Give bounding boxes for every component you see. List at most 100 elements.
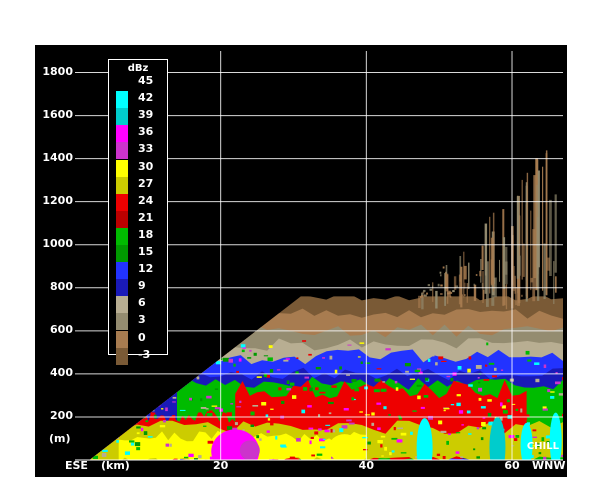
- colorbar-label: 12: [138, 262, 154, 276]
- echo-speckle: [268, 345, 273, 348]
- echo-speckle: [316, 453, 323, 456]
- colorbar-swatch: [116, 279, 128, 297]
- echo-speckle: [446, 375, 451, 378]
- echo-speckle: [145, 420, 149, 423]
- echo-speckle: [123, 419, 130, 421]
- echo-speckle: [458, 410, 464, 414]
- echo-core: [239, 440, 260, 460]
- echo-speckle: [164, 354, 168, 359]
- echo-speckle: [184, 456, 189, 459]
- y-tick-label: 1400: [42, 150, 73, 164]
- x-axis-left-end-label: ESE: [65, 459, 88, 472]
- echo-speckle: [164, 370, 171, 372]
- echo-speckle: [450, 404, 455, 406]
- x-axis-right-end-label: WNW: [532, 459, 566, 472]
- echo-speckle: [228, 358, 233, 363]
- echo-speckle: [477, 377, 480, 379]
- echo-speckle: [468, 433, 472, 435]
- echo-streak: [468, 262, 470, 289]
- echo-speckle: [364, 414, 370, 416]
- source-label: CHILL: [526, 441, 559, 452]
- echo-speckle: [363, 449, 368, 451]
- echo-speckle: [165, 443, 170, 447]
- echo-speckle: [189, 397, 192, 401]
- echo-speckle: [506, 399, 510, 403]
- echo-speckle: [341, 425, 348, 429]
- echo-speckle: [461, 424, 464, 426]
- echo-streak: [490, 259, 494, 284]
- echo-speckle: [448, 433, 451, 435]
- echo-speckle: [225, 345, 229, 348]
- y-tick-label: 400: [50, 365, 73, 379]
- echo-speckle: [542, 408, 548, 411]
- echo-speckle: [256, 376, 262, 378]
- echo-speckle: [263, 355, 269, 357]
- echo-speckle: [443, 408, 450, 410]
- echo-speckle: [280, 446, 287, 448]
- echo-speckle: [380, 388, 387, 392]
- echo-speckle: [281, 400, 285, 404]
- echo-speckle: [478, 381, 481, 384]
- colorbar-swatch: [116, 347, 128, 365]
- echo-streak: [440, 274, 442, 277]
- echo-speckle: [376, 368, 382, 370]
- echo-speckle: [239, 400, 242, 403]
- colorbar-label: 24: [138, 193, 154, 207]
- echo-speckle: [129, 387, 133, 390]
- echo-speckle: [308, 353, 312, 356]
- echo-speckle: [318, 428, 322, 431]
- echo-speckle: [267, 357, 273, 362]
- echo-speckle: [487, 399, 492, 402]
- echo-speckle: [296, 357, 299, 359]
- echo-speckle: [270, 422, 274, 426]
- echo-streak: [542, 166, 544, 291]
- echo-speckle: [405, 370, 409, 373]
- echo-streak: [432, 282, 434, 302]
- echo-speckle: [485, 364, 488, 367]
- echo-speckle: [172, 401, 176, 403]
- echo-speckle: [178, 384, 183, 386]
- y-tick-label: 800: [50, 279, 73, 293]
- echo-streak: [426, 292, 428, 295]
- echo-speckle: [140, 427, 144, 432]
- echo-speckle: [199, 363, 203, 366]
- echo-streak: [440, 293, 443, 295]
- echo-speckle: [438, 356, 444, 360]
- echo-streak: [466, 283, 468, 303]
- echo-speckle: [270, 408, 274, 410]
- echo-speckle: [455, 432, 461, 434]
- echo-speckle: [296, 438, 301, 442]
- echo-speckle: [562, 388, 563, 390]
- echo-speckle: [173, 451, 177, 454]
- echo-speckle: [397, 427, 403, 430]
- colorbar-label: 27: [138, 176, 154, 190]
- echo-streak: [418, 295, 421, 308]
- echo-speckle: [557, 395, 561, 399]
- echo-speckle: [486, 342, 489, 346]
- echo-speckle: [328, 412, 332, 415]
- echo-speckle: [488, 362, 495, 365]
- echo-speckle: [441, 360, 447, 362]
- echo-speckle: [250, 411, 255, 416]
- echo-speckle: [466, 410, 471, 414]
- echo-streak: [545, 153, 548, 295]
- echo-speckle: [240, 344, 246, 348]
- echo-speckle: [371, 412, 375, 416]
- echo-speckle: [103, 403, 107, 406]
- echo-speckle: [331, 385, 337, 388]
- echo-speckle: [116, 420, 122, 423]
- colorbar-label: 30: [138, 159, 154, 173]
- echo-speckle: [468, 356, 472, 360]
- colorbar-swatch: [116, 227, 128, 245]
- echo-speckle: [455, 451, 460, 454]
- echo-speckle: [480, 406, 486, 409]
- echo-speckle: [271, 441, 274, 443]
- echo-speckle: [305, 447, 311, 451]
- echo-speckle: [414, 369, 421, 373]
- echo-speckle: [203, 457, 209, 459]
- echo-speckle: [115, 400, 119, 404]
- echo-speckle: [236, 370, 239, 373]
- echo-speckle: [309, 440, 312, 445]
- echo-streak: [440, 284, 443, 287]
- echo-speckle: [444, 402, 449, 406]
